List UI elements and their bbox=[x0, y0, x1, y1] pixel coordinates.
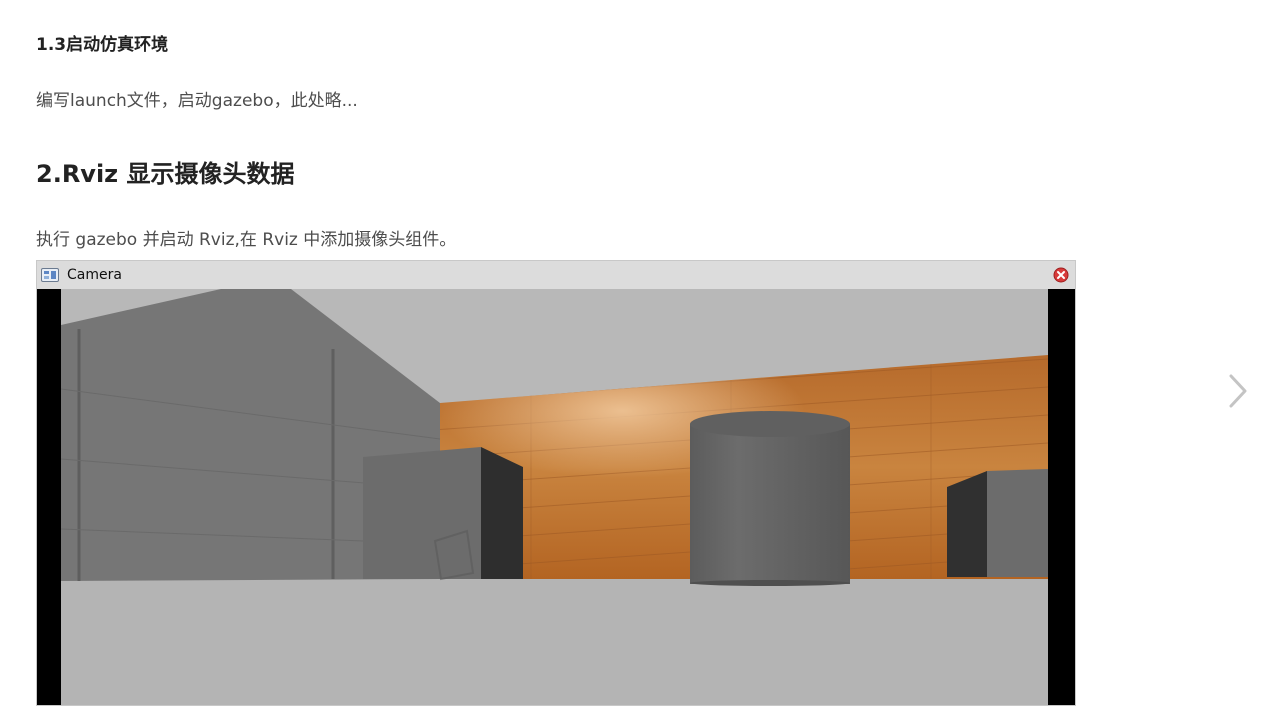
camera-window-screenshot: Camera bbox=[36, 260, 1076, 706]
camera-scene bbox=[60, 289, 1048, 705]
intro-paragraph: 编写launch文件，启动gazebo，此处略... bbox=[36, 91, 358, 111]
section-subheading: 1.3启动仿真环境 bbox=[36, 35, 169, 55]
instruction-paragraph: 执行 gazebo 并启动 Rviz,在 Rviz 中添加摄像头组件。 bbox=[36, 230, 457, 250]
camera-image bbox=[60, 289, 1048, 705]
section-heading: 2.Rviz 显示摄像头数据 bbox=[36, 160, 295, 188]
camera-panel-icon bbox=[41, 268, 59, 282]
camera-title: Camera bbox=[67, 267, 122, 283]
chevron-right-icon[interactable] bbox=[1223, 370, 1253, 412]
close-icon[interactable] bbox=[1053, 267, 1069, 283]
camera-titlebar: Camera bbox=[37, 261, 1075, 289]
